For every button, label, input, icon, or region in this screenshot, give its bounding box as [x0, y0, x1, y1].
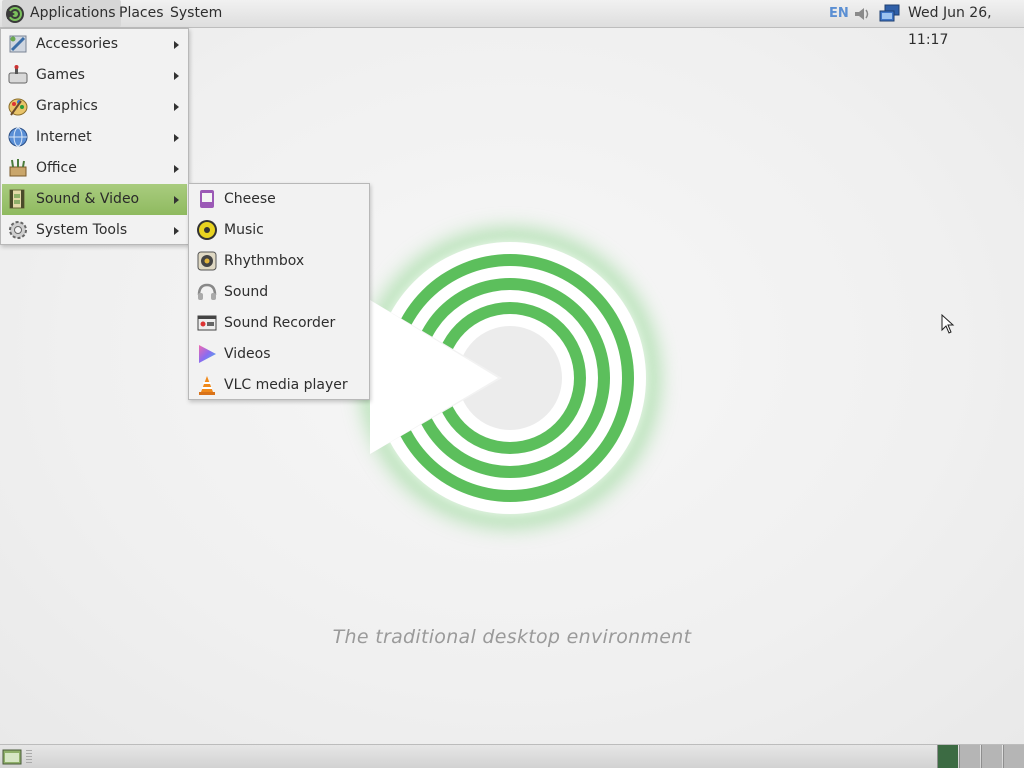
submenu-arrow-icon	[174, 165, 179, 173]
places-menu-button[interactable]: Places	[115, 0, 168, 27]
menu-item-sound-recorder[interactable]: Sound Recorder	[190, 308, 368, 339]
desktop-tagline: The traditional desktop environment	[332, 626, 692, 648]
graphics-icon	[8, 98, 28, 116]
applications-menu-label: Applications	[30, 5, 116, 21]
menu-item-rhythmbox[interactable]: Rhythmbox	[190, 246, 368, 277]
workspace-4[interactable]	[1003, 745, 1024, 768]
sound-video-submenu: Cheese Music Rhythmbox Sound Sound Recor…	[188, 183, 370, 400]
menu-item-label: System Tools	[36, 222, 128, 238]
cheese-icon	[200, 190, 214, 208]
system-menu-button[interactable]: System	[166, 0, 226, 27]
menu-item-label: Internet	[36, 129, 92, 145]
menu-item-cheese[interactable]: Cheese	[190, 184, 368, 215]
keyboard-layout-indicator[interactable]: EN	[829, 0, 849, 27]
videos-icon	[199, 345, 216, 363]
submenu-arrow-icon	[174, 103, 179, 111]
menu-item-label: Graphics	[36, 98, 98, 114]
menu-item-graphics[interactable]: Graphics	[2, 91, 187, 122]
menu-item-label: Sound & Video	[36, 191, 140, 207]
workspace-2[interactable]	[959, 745, 980, 768]
menu-item-label: Accessories	[36, 36, 119, 52]
music-icon	[197, 220, 217, 240]
accessories-icon	[9, 35, 27, 53]
submenu-arrow-icon	[174, 196, 179, 204]
internet-icon	[8, 127, 28, 147]
applications-menu: Accessories Games Graphics Internet Offi…	[0, 28, 189, 245]
menu-item-sound-video[interactable]: Sound & Video	[2, 184, 187, 215]
mate-logo-wallpaper	[360, 228, 660, 528]
menu-item-label: Office	[36, 160, 77, 176]
menu-item-sound[interactable]: Sound	[190, 277, 368, 308]
office-icon	[9, 159, 27, 177]
menu-item-label: Videos	[224, 346, 271, 362]
menu-item-office[interactable]: Office	[2, 153, 187, 184]
mouse-cursor-icon	[941, 314, 955, 334]
menu-item-music[interactable]: Music	[190, 215, 368, 246]
workspace-3[interactable]	[981, 745, 1002, 768]
applications-menu-button[interactable]: Applications	[2, 0, 121, 27]
vlc-icon	[199, 376, 215, 395]
volume-icon[interactable]	[852, 4, 872, 24]
menu-item-games[interactable]: Games	[2, 60, 187, 91]
menu-item-label: Rhythmbox	[224, 253, 305, 269]
bottom-panel	[0, 744, 1024, 768]
submenu-arrow-icon	[174, 227, 179, 235]
top-panel: Applications Places System EN Wed Jun 26…	[0, 0, 1024, 48]
menu-item-label: Sound	[224, 284, 269, 300]
menu-item-label: Music	[224, 222, 264, 238]
menu-item-system-tools[interactable]: System Tools	[2, 215, 187, 246]
panel-drag-handle[interactable]	[26, 750, 32, 764]
submenu-arrow-icon	[174, 134, 179, 142]
sound-video-icon	[9, 189, 25, 209]
network-icon[interactable]	[879, 4, 901, 24]
show-desktop-icon[interactable]	[2, 748, 22, 766]
menu-item-vlc-media-player[interactable]: VLC media player	[190, 370, 368, 401]
games-icon	[8, 65, 28, 84]
submenu-arrow-icon	[174, 41, 179, 49]
menu-item-label: VLC media player	[224, 377, 348, 393]
menu-item-label: Games	[36, 67, 85, 83]
workspace-1[interactable]	[937, 745, 958, 768]
rhythmbox-icon	[197, 251, 217, 271]
menu-item-accessories[interactable]: Accessories	[2, 29, 187, 60]
system-tools-icon	[9, 221, 27, 239]
mate-menu-icon	[6, 5, 24, 23]
sound-icon	[197, 283, 217, 300]
clock[interactable]: Wed Jun 26, 11:17	[908, 0, 1024, 48]
menu-item-label: Sound Recorder	[224, 315, 336, 331]
menu-item-videos[interactable]: Videos	[190, 339, 368, 370]
menu-item-internet[interactable]: Internet	[2, 122, 187, 153]
submenu-arrow-icon	[174, 72, 179, 80]
menu-item-label: Cheese	[224, 191, 276, 207]
sound-recorder-icon	[197, 315, 217, 331]
